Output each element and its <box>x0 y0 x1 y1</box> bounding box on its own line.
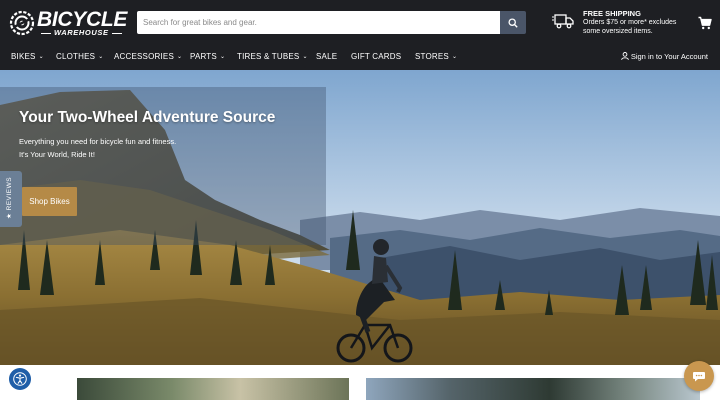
cart-icon[interactable] <box>698 16 712 30</box>
nav-item-label: TIRES & TUBES <box>237 52 300 61</box>
shop-bikes-button[interactable]: Shop Bikes <box>22 187 77 216</box>
hero-title: Your Two-Wheel Adventure Source <box>19 109 276 126</box>
search-icon <box>508 17 518 28</box>
nav-item-label: STORES <box>415 52 449 61</box>
free-shipping-notice[interactable]: FREE SHIPPING Orders $75 or more* exclud… <box>552 9 692 39</box>
nav-item-label: CLOTHES <box>56 52 96 61</box>
search-input[interactable] <box>137 11 500 34</box>
nav-item-label: GIFT CARDS <box>351 52 402 61</box>
chevron-down-icon: ⌄ <box>219 54 226 60</box>
nav-item-accessories[interactable]: ACCESSORIES ⌄ <box>114 46 182 68</box>
chat-icon <box>693 372 705 382</box>
shipping-text: Orders $75 or more* excludes some oversi… <box>583 19 677 35</box>
brand-sub: WAREHOUSE <box>41 28 122 37</box>
nav-item-label: BIKES <box>11 52 36 61</box>
sign-in-label: Sign in to Your Account <box>630 52 708 61</box>
hero-banner: Your Two-Wheel Adventure Source Everythi… <box>0 70 720 365</box>
gear-logo-icon <box>9 10 35 36</box>
category-tile-image[interactable] <box>366 378 700 400</box>
nav-item-label: ACCESSORIES <box>114 52 174 61</box>
truck-icon <box>552 14 574 29</box>
nav-item-bikes[interactable]: BIKES ⌄ <box>11 46 44 68</box>
nav-item-clothes[interactable]: CLOTHES ⌄ <box>56 46 103 68</box>
nav-item-sale[interactable]: SALE <box>316 46 337 68</box>
brand-logo[interactable]: BICYCLE WAREHOUSE <box>9 9 127 37</box>
reviews-tab-label: ★ REVIEWS <box>6 176 13 219</box>
chevron-down-icon: ⌄ <box>451 54 458 60</box>
accessibility-icon <box>13 372 27 386</box>
category-tile-image[interactable] <box>77 378 349 400</box>
nav-item-parts[interactable]: PARTS ⌄ <box>190 46 225 68</box>
chevron-down-icon: ⌄ <box>177 54 183 60</box>
chat-button[interactable] <box>684 361 714 391</box>
site-header: BICYCLE WAREHOUSE FREE SHIPPING Orders $… <box>0 0 720 70</box>
hero-subtitle: Everything you need for bicycle fun and … <box>19 137 177 146</box>
accessibility-button[interactable] <box>9 368 31 390</box>
shipping-title: FREE SHIPPING <box>583 9 641 18</box>
main-nav: BIKES ⌄ CLOTHES ⌄ ACCESSORIES ⌄ PARTS ⌄ TIRE… <box>0 46 720 68</box>
sign-in-link[interactable]: Sign in to Your Account <box>620 46 708 68</box>
nav-item-label: SALE <box>316 52 338 61</box>
chevron-down-icon: ⌄ <box>302 54 308 60</box>
search-button[interactable] <box>500 11 526 34</box>
chevron-down-icon: ⌄ <box>38 54 44 60</box>
search-bar <box>137 11 526 34</box>
reviews-tab[interactable]: ★ REVIEWS <box>0 171 22 227</box>
nav-item-stores[interactable]: STORES ⌄ <box>415 46 457 68</box>
nav-item-tires-tubes[interactable]: TIRES & TUBES ⌄ <box>237 46 308 68</box>
chevron-down-icon: ⌄ <box>98 54 104 60</box>
user-icon <box>620 52 629 60</box>
nav-item-label: PARTS <box>190 52 217 61</box>
nav-item-gift-cards[interactable]: GIFT CARDS <box>351 46 401 68</box>
hero-tagline: It's Your World, Ride It! <box>19 150 95 159</box>
